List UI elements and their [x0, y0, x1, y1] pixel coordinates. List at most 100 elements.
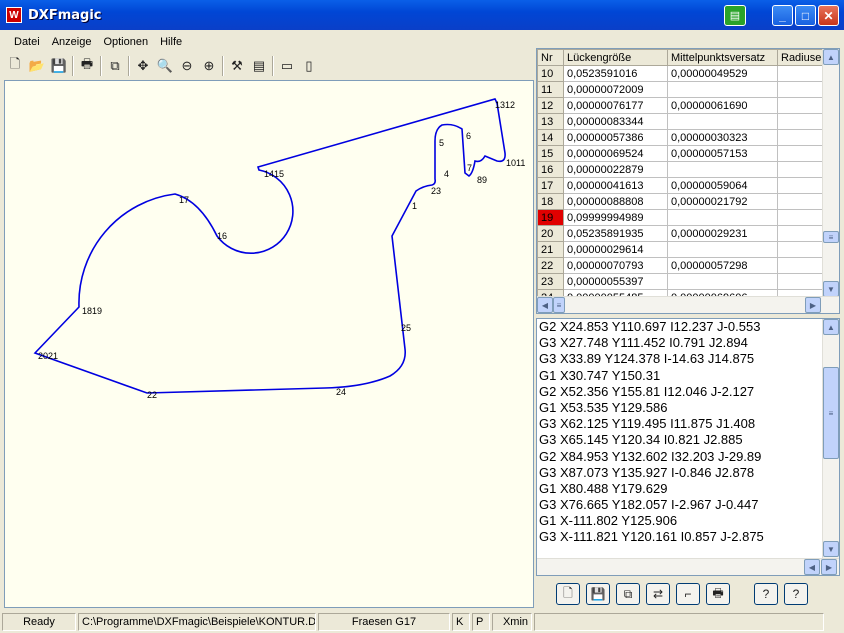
scroll-up-arrow-icon[interactable]: ▲ [823, 319, 839, 335]
convert-arrows-icon[interactable]: ⇄ [646, 583, 670, 605]
maximize-button[interactable]: □ [795, 5, 816, 26]
help-icon[interactable]: ? [754, 583, 778, 605]
gcode-line[interactable]: G3 X65.145 Y120.34 I0.821 J2.885 [537, 432, 839, 448]
step-icon[interactable]: ⌐ [676, 583, 700, 605]
table-row[interactable]: 17 0,00000041613 0,00000059064 [537, 177, 832, 194]
scroll-thumb-horizontal[interactable]: ≡ [553, 297, 565, 313]
table-row[interactable]: 13 0,00000083344 [537, 113, 832, 130]
point-label: 4 [444, 169, 449, 179]
point-label: 17 [179, 195, 189, 205]
zoom-in-icon[interactable]: ⊕ [198, 55, 220, 77]
gcode-line[interactable]: G1 X53.535 Y129.586 [537, 400, 839, 416]
hammer-icon[interactable]: ⚒ [226, 55, 248, 77]
scroll-right-arrow-icon[interactable]: ▶ [805, 297, 821, 313]
scroll-up-arrow-icon[interactable]: ▲ [823, 49, 839, 65]
zoom-icon[interactable]: 🔍 [154, 55, 176, 77]
app-icon: W [6, 7, 22, 23]
print-icon[interactable]: 🖶 [706, 583, 730, 605]
gap-table[interactable]: Nr Lückengröße Mittelpunktsversatz Radiusen… [536, 48, 840, 314]
gcode-line[interactable]: G2 X24.853 Y110.697 I12.237 J-0.553 [537, 319, 839, 335]
point-label: 16 [217, 231, 227, 241]
gcode-line[interactable]: G3 X87.073 Y135.927 I-0.846 J2.878 [537, 465, 839, 481]
table-row[interactable]: 16 0,00000022879 [537, 161, 832, 178]
drawing-canvas[interactable]: 1 23 4 5 6 7 89 1011 1312 1415 16 17 1819 2021 22 24 25 [4, 80, 534, 608]
title-bar[interactable]: W DXFmagic ▤ _ □ ✕ [0, 0, 844, 30]
layers-icon[interactable]: ▤ [248, 55, 270, 77]
scroll-thumb[interactable]: ≡ [823, 231, 839, 243]
close-button[interactable]: ✕ [818, 5, 839, 26]
gcode-line[interactable]: G2 X52.356 Y155.81 I12.046 J-2.127 [537, 384, 839, 400]
gcode-line[interactable]: G3 X-111.821 Y120.161 I0.857 J-2.875 [537, 529, 839, 545]
gcode-line[interactable]: G1 X-111.802 Y125.906 [537, 513, 839, 529]
scroll-right-arrow-icon[interactable]: ▶ [821, 559, 837, 575]
gcode-line[interactable]: G3 X76.665 Y182.057 I-2.967 J-0.447 [537, 497, 839, 513]
table-row[interactable]: 21 0,00000029614 [537, 241, 832, 258]
open-folder-icon[interactable]: 📂 [26, 55, 48, 77]
table-row[interactable]: 15 0,00000069524 0,00000057153 [537, 145, 832, 162]
zoom-out-icon[interactable]: ⊖ [176, 55, 198, 77]
gcode-listing[interactable]: G2 X24.853 Y110.697 I12.237 J-0.553 G3 X2… [536, 318, 840, 576]
table-row[interactable]: 12 0,00000076177 0,00000061690 [537, 97, 832, 114]
context-help-icon[interactable]: ? [784, 583, 808, 605]
scroll-left-arrow-icon[interactable]: ◀ [804, 559, 820, 575]
tray-app-icon[interactable]: ▤ [724, 5, 746, 26]
new-file-icon[interactable]: 🗋 [4, 55, 26, 77]
gcode-vertical-scrollbar[interactable]: ▲ ≡ ▼ [822, 319, 839, 559]
cell-gap: 0,00000069524 [563, 145, 668, 162]
print-icon[interactable]: 🖶 [76, 55, 98, 77]
table-row[interactable]: 22 0,00000070793 0,00000057298 [537, 257, 832, 274]
cell-offset: 0,00000057153 [667, 145, 778, 162]
scroll-left-arrow-icon[interactable]: ◀ [537, 297, 553, 313]
gcode-line[interactable]: G1 X80.488 Y179.629 [537, 481, 839, 497]
scroll-thumb[interactable]: ≡ [823, 367, 839, 459]
pan-move-icon[interactable]: ✥ [132, 55, 154, 77]
cell-gap: 0,00000076177 [563, 97, 668, 114]
status-extra [534, 612, 824, 631]
table-row[interactable]: 14 0,00000057386 0,00000030323 [537, 129, 832, 146]
copy-icon[interactable]: ⧉ [104, 55, 126, 77]
table-row[interactable]: 11 0,00000072009 [537, 81, 832, 98]
column-header[interactable]: Mittelpunktsversatz [667, 49, 778, 66]
cell-offset [667, 161, 778, 178]
menu-hilfe[interactable]: Hilfe [160, 36, 182, 48]
scroll-down-arrow-icon[interactable]: ▼ [823, 281, 839, 297]
table-row[interactable]: 18 0,00000088808 0,00000021792 [537, 193, 832, 210]
menu-anzeige[interactable]: Anzeige [52, 36, 92, 48]
table-horizontal-scrollbar[interactable]: ◀ ≡ ▶ [537, 296, 839, 313]
portrait-icon[interactable]: ▯ [298, 55, 320, 77]
scroll-down-arrow-icon[interactable]: ▼ [823, 541, 839, 557]
menu-optionen[interactable]: Optionen [103, 36, 148, 48]
new-icon[interactable]: 🗋 [556, 583, 580, 605]
column-header[interactable]: Lückengröße [563, 49, 668, 66]
point-label: 1312 [495, 100, 515, 110]
cell-nr: 12 [537, 97, 564, 114]
minimize-button[interactable]: _ [772, 5, 793, 26]
cell-gap: 0,00000072009 [563, 81, 668, 98]
table-row[interactable]: 23 0,00000055397 [537, 273, 832, 290]
column-header[interactable]: Nr [537, 49, 564, 66]
gcode-line[interactable]: G3 X62.125 Y119.495 I11.875 J1.408 [537, 416, 839, 432]
table-vertical-scrollbar[interactable]: ▲ ≡ ▼ [822, 49, 839, 298]
point-label: 23 [431, 186, 441, 196]
copy-icon[interactable]: ⧉ [616, 583, 640, 605]
point-label: 7 [467, 163, 472, 173]
save-icon[interactable]: 💾 [586, 583, 610, 605]
cell-nr: 21 [537, 241, 564, 258]
status-mode: Fraesen G17 [318, 612, 450, 631]
status-k: K [452, 612, 470, 631]
table-row[interactable]: 19 0,09999994989 [537, 209, 832, 226]
gcode-horizontal-scrollbar[interactable]: ◀ ▶ [537, 558, 839, 575]
table-row[interactable]: 20 0,05235891935 0,00000029231 [537, 225, 832, 242]
save-icon[interactable]: 💾 [48, 55, 70, 77]
table-row[interactable]: 10 0,0523591016 0,00000049529 [537, 65, 832, 82]
landscape-icon[interactable]: ▭ [276, 55, 298, 77]
gcode-line[interactable]: G3 X27.748 Y111.452 I0.791 J2.894 [537, 335, 839, 351]
cell-nr: 23 [537, 273, 564, 290]
gcode-line[interactable]: G3 X33.89 Y124.378 I-14.63 J14.875 [537, 351, 839, 367]
gcode-line[interactable]: G2 X84.953 Y132.602 I32.203 J-29.89 [537, 449, 839, 465]
cell-gap: 0,00000055397 [563, 273, 668, 290]
toolbar-separator [222, 56, 224, 76]
menu-datei[interactable]: Datei [14, 36, 40, 48]
cell-nr: 18 [537, 193, 564, 210]
gcode-line[interactable]: G1 X30.747 Y150.31 [537, 368, 839, 384]
